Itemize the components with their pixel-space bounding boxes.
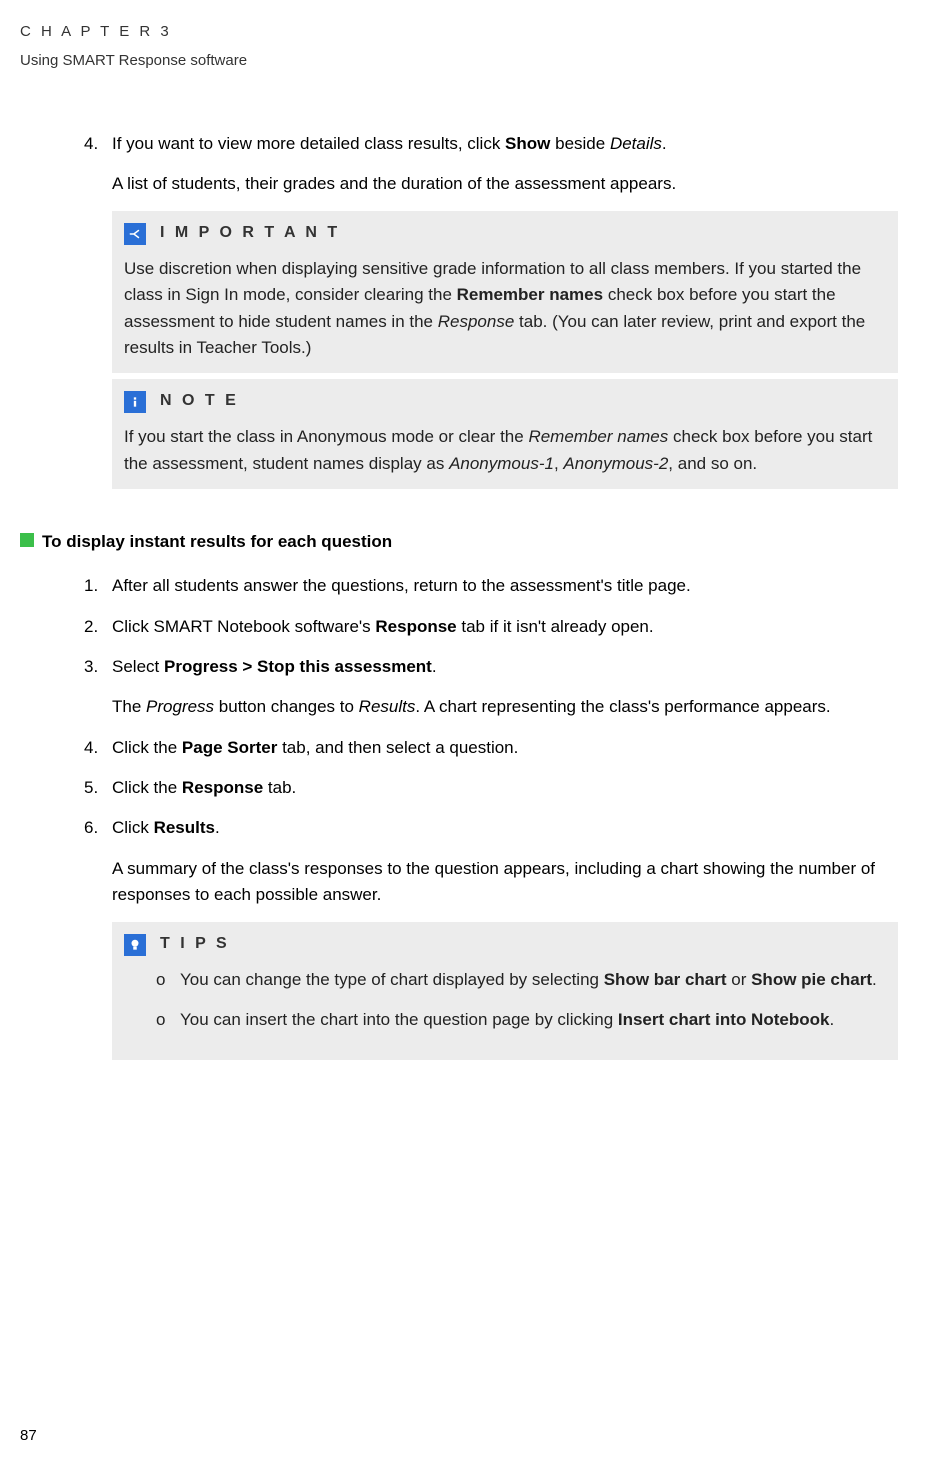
text: tab. <box>263 778 296 797</box>
callout-header: N O T E <box>124 389 886 414</box>
tip-text: You can change the type of chart display… <box>180 967 877 993</box>
text: or <box>727 970 752 989</box>
text: Click the <box>112 738 182 757</box>
bold-text: Remember names <box>457 285 603 304</box>
bold-show: Show <box>505 134 550 153</box>
chapter-subtitle: Using SMART Response software <box>20 49 898 72</box>
bullet-icon: o <box>156 967 180 993</box>
chapter-label: C H A P T E R 3 <box>20 20 898 43</box>
step-3-follow: The Progress button changes to Results. … <box>20 694 898 720</box>
text: beside <box>550 134 610 153</box>
note-body: If you start the class in Anonymous mode… <box>124 424 886 477</box>
text: Click <box>112 818 154 837</box>
step-body: Click SMART Notebook software's Response… <box>112 614 898 640</box>
step-3: 3. Select Progress > Stop this assessmen… <box>20 654 898 680</box>
step-body: If you want to view more detailed class … <box>112 131 898 157</box>
text: . <box>872 970 877 989</box>
italic-details: Details <box>610 134 662 153</box>
italic-text: Remember names <box>528 427 668 446</box>
step-2: 2. Click SMART Notebook software's Respo… <box>20 614 898 640</box>
text: , <box>554 454 563 473</box>
bold-text: Response <box>182 778 263 797</box>
step-4-follow: A list of students, their grades and the… <box>20 171 898 197</box>
step-number: 2. <box>84 614 112 640</box>
section-heading-row: To display instant results for each ques… <box>20 529 898 555</box>
italic-text: Anonymous-1 <box>449 454 554 473</box>
text: . A chart representing the class's perfo… <box>415 697 830 716</box>
text: . <box>662 134 667 153</box>
note-title: N O T E <box>160 389 239 414</box>
tips-callout: T I P S o You can change the type of cha… <box>112 922 898 1059</box>
step-number: 4. <box>84 131 112 157</box>
section-marker-icon <box>20 533 34 547</box>
italic-text: Response <box>438 312 515 331</box>
step-body: Click the Page Sorter tab, and then sele… <box>112 735 898 761</box>
tips-body: o You can change the type of chart displ… <box>124 967 886 1034</box>
page-number: 87 <box>20 1424 37 1447</box>
step-number: 5. <box>84 775 112 801</box>
bold-text: Response <box>375 617 456 636</box>
text: tab if it isn't already open. <box>457 617 654 636</box>
text: You can change the type of chart display… <box>180 970 604 989</box>
step-6-follow: A summary of the class's responses to th… <box>20 856 898 909</box>
step-4b: 4. Click the Page Sorter tab, and then s… <box>20 735 898 761</box>
step-number: 1. <box>84 573 112 599</box>
text: . <box>829 1010 834 1029</box>
text: tab, and then select a question. <box>277 738 518 757</box>
italic-text: Progress <box>146 697 214 716</box>
italic-text: Anonymous-2 <box>563 454 668 473</box>
note-callout: N O T E If you start the class in Anonym… <box>112 379 898 488</box>
important-title: I M P O R T A N T <box>160 221 340 246</box>
tips-title: T I P S <box>160 932 230 957</box>
step-number: 4. <box>84 735 112 761</box>
bold-text: Page Sorter <box>182 738 277 757</box>
bullet-icon: o <box>156 1007 180 1033</box>
tip-item: o You can insert the chart into the ques… <box>156 1007 886 1033</box>
step-5: 5. Click the Response tab. <box>20 775 898 801</box>
note-icon <box>124 391 146 413</box>
callout-header: T I P S <box>124 932 886 957</box>
text: If you start the class in Anonymous mode… <box>124 427 528 446</box>
step-number: 3. <box>84 654 112 680</box>
step-4: 4. If you want to view more detailed cla… <box>20 131 898 157</box>
text: , and so on. <box>668 454 757 473</box>
step-body: Click Results. <box>112 815 898 841</box>
important-callout: I M P O R T A N T Use discretion when di… <box>112 211 898 373</box>
italic-text: Results <box>359 697 416 716</box>
step-body: Click the Response tab. <box>112 775 898 801</box>
text: Click SMART Notebook software's <box>112 617 375 636</box>
text: Click the <box>112 778 182 797</box>
text: Select <box>112 657 164 676</box>
bold-text: Show pie chart <box>751 970 872 989</box>
important-icon <box>124 223 146 245</box>
important-body: Use discretion when displaying sensitive… <box>124 256 886 361</box>
step-body: After all students answer the questions,… <box>112 573 898 599</box>
text: If you want to view more detailed class … <box>112 134 505 153</box>
step-body: Select Progress > Stop this assessment. <box>112 654 898 680</box>
section-heading: To display instant results for each ques… <box>42 529 392 555</box>
bold-text: Insert chart into Notebook <box>618 1010 830 1029</box>
bold-text: Results <box>154 818 215 837</box>
text: You can insert the chart into the questi… <box>180 1010 618 1029</box>
bold-text: Show bar chart <box>604 970 727 989</box>
text: . <box>432 657 437 676</box>
callout-header: I M P O R T A N T <box>124 221 886 246</box>
step-number: 6. <box>84 815 112 841</box>
step-1: 1. After all students answer the questio… <box>20 573 898 599</box>
bold-text: Progress > Stop this assessment <box>164 657 432 676</box>
text: . <box>215 818 220 837</box>
step-6: 6. Click Results. <box>20 815 898 841</box>
text: The <box>112 697 146 716</box>
text: button changes to <box>214 697 359 716</box>
tip-text: You can insert the chart into the questi… <box>180 1007 834 1033</box>
tip-item: o You can change the type of chart displ… <box>156 967 886 993</box>
tips-icon <box>124 934 146 956</box>
